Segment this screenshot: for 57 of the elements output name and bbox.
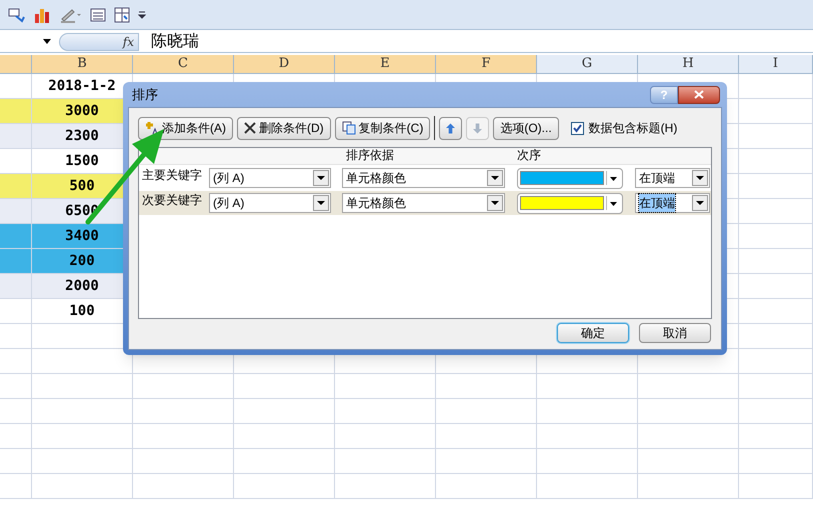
dropdown-icon [313,195,329,211]
column-heading: 次序 [517,147,541,164]
options-button[interactable]: 选项(O)... [493,116,559,140]
column-header[interactable]: C [133,55,234,74]
column-header[interactable]: E [335,55,436,74]
dialog-button[interactable]: 确定 [557,323,629,343]
dropdown-icon[interactable] [138,10,146,18]
level-label: 主要关键字 [141,167,203,184]
function-label[interactable]: fx [122,32,134,50]
dropdown-icon[interactable] [43,39,51,44]
formula-field[interactable]: 陈晓瑞 [151,30,199,54]
check-icon [572,124,582,132]
bar-chart-icon[interactable] [34,6,52,22]
dropdown-icon [606,196,620,210]
delete-icon [244,122,256,134]
copy-condition-button[interactable]: 复制条件(C) [334,116,430,140]
table-cell: 2018-1-2 [32,74,133,99]
position-dropdown[interactable]: 在顶端 [635,193,710,213]
column-dropdown[interactable]: (列 A) [209,168,331,188]
copy-icon [342,121,356,135]
grid-icon[interactable] [114,6,130,22]
add-condition-icon [145,121,159,135]
close-button[interactable] [678,86,720,104]
arrow-up-icon [446,122,456,134]
sort-level-row[interactable]: 次要关键字 (列 A) 单元格颜色 在顶端 [139,191,711,215]
move-up-button[interactable] [439,116,462,140]
close-icon [694,90,704,99]
dropdown-icon [692,195,708,211]
dropdown-icon [692,170,708,186]
dropdown-icon [313,170,329,186]
add-condition-button[interactable]: 添加条件(A) [138,116,233,140]
delete-condition-button[interactable]: 删除条件(D) [237,116,331,140]
form-icon[interactable] [90,6,106,22]
has-headers-checkbox[interactable]: 数据包含标题(H) [570,119,678,137]
column-header[interactable]: F [436,55,537,74]
color-dropdown[interactable] [517,168,623,188]
column-header[interactable]: D [234,55,335,74]
chart-wizard-icon[interactable] [8,6,26,22]
dropdown-icon [487,195,503,211]
sort-level-row[interactable]: 主要关键字 (列 A) 单元格颜色 在顶端 [139,166,711,190]
column-header[interactable]: B [32,55,133,74]
sort-on-dropdown[interactable]: 单元格颜色 [342,193,505,213]
level-label: 次要关键字 [141,192,203,209]
column-header[interactable]: G [537,55,638,74]
column-header[interactable]: H [638,55,739,74]
dropdown-icon [606,171,620,185]
position-dropdown[interactable]: 在顶端 [635,168,710,188]
pencil-icon[interactable] [60,6,82,22]
sort-on-dropdown[interactable]: 单元格颜色 [342,168,505,188]
arrow-down-icon [473,122,482,134]
column-heading: 排序依据 [346,147,394,164]
column-header[interactable]: I [739,55,813,74]
column-dropdown[interactable]: (列 A) [209,193,331,213]
dialog-button[interactable]: 取消 [639,323,711,343]
dialog-title: 排序 [132,86,158,104]
dropdown-icon [487,170,503,186]
color-dropdown[interactable] [517,192,623,214]
